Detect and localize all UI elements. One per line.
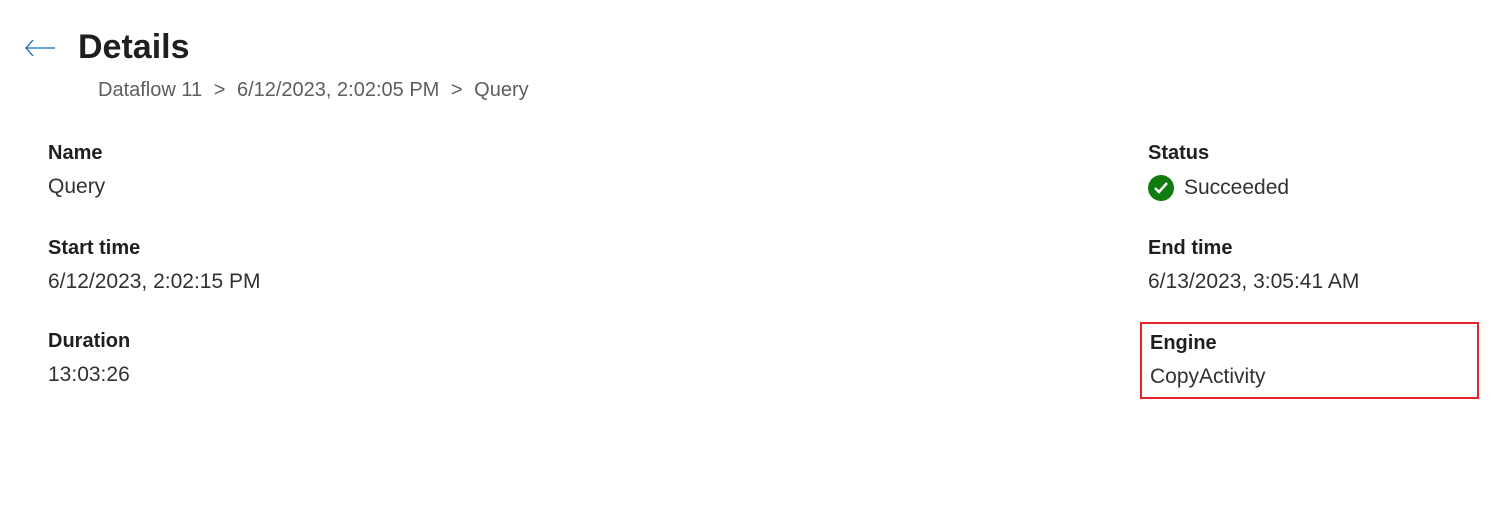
field-label-duration: Duration [48, 330, 1148, 353]
field-value-name: Query [48, 175, 1148, 199]
field-value-status: Succeeded [1184, 176, 1289, 200]
highlight-box: Engine CopyActivity [1140, 322, 1479, 399]
field-end-time: End time 6/13/2023, 3:05:41 AM [1148, 237, 1479, 294]
chevron-right-icon: > [214, 79, 226, 101]
field-start-time: Start time 6/12/2023, 2:02:15 PM [48, 237, 1148, 294]
breadcrumb-item[interactable]: 6/12/2023, 2:02:05 PM [237, 79, 439, 101]
field-value-duration: 13:03:26 [48, 363, 1148, 387]
field-status: Status Succeeded [1148, 142, 1479, 201]
field-value-start-time: 6/12/2023, 2:02:15 PM [48, 270, 1148, 294]
breadcrumb: Dataflow 11 > 6/12/2023, 2:02:05 PM > Qu… [98, 79, 1479, 102]
field-label-start-time: Start time [48, 237, 1148, 260]
field-engine: Engine CopyActivity [1148, 330, 1479, 399]
field-value-engine: CopyActivity [1150, 365, 1467, 389]
details-grid: Name Query Status Succeeded Start time 6… [24, 142, 1479, 399]
field-label-engine: Engine [1150, 332, 1467, 355]
field-duration: Duration 13:03:26 [48, 330, 1148, 399]
chevron-right-icon: > [451, 79, 463, 101]
back-arrow-icon[interactable] [24, 38, 56, 58]
success-check-icon [1148, 175, 1174, 201]
field-label-end-time: End time [1148, 237, 1479, 260]
field-label-status: Status [1148, 142, 1479, 165]
field-label-name: Name [48, 142, 1148, 165]
page-title: Details [78, 28, 190, 67]
header-row: Details [24, 28, 1479, 67]
breadcrumb-item[interactable]: Dataflow 11 [98, 79, 202, 101]
field-value-end-time: 6/13/2023, 3:05:41 AM [1148, 270, 1479, 294]
field-name: Name Query [48, 142, 1148, 201]
breadcrumb-item: Query [474, 79, 528, 101]
